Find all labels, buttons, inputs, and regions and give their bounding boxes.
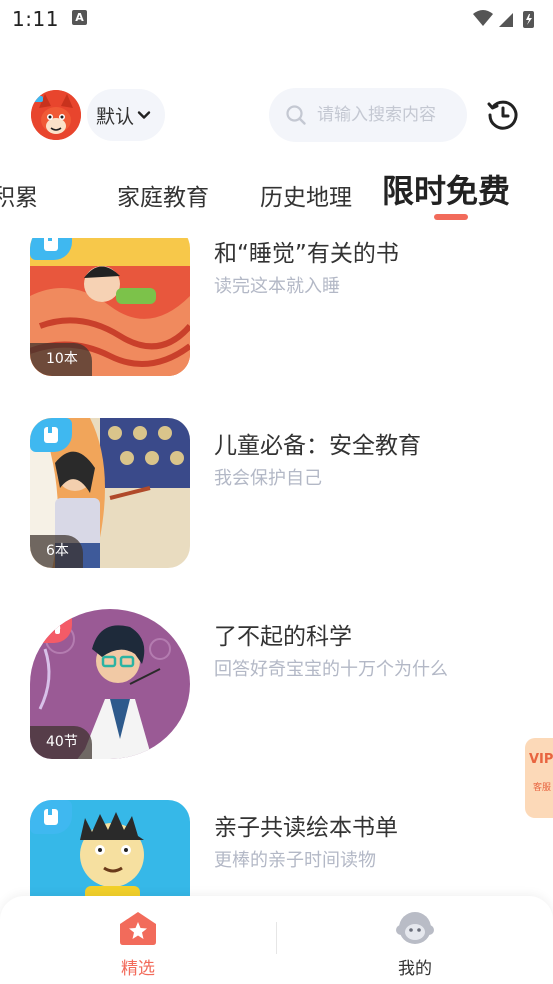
- vip-label: VIP: [529, 752, 553, 767]
- vip-sub-label: 客服: [533, 783, 552, 793]
- item-subtitle: 更棒的亲子时间读物: [214, 850, 376, 871]
- status-bar: 1:11 A: [0, 0, 553, 40]
- vip-float-button[interactable]: VIP 客服: [525, 738, 553, 818]
- item-count-badge: 10本: [30, 343, 92, 376]
- list-item[interactable]: 亲子共读绘本书单 更棒的亲子时间读物: [0, 800, 553, 898]
- item-count-badge: 6本: [30, 535, 83, 568]
- tab-active-indicator: [434, 214, 468, 220]
- list-item[interactable]: 10本 和“睡觉”有关的书 读完这本就入睡: [0, 238, 553, 396]
- item-subtitle: 读完这本就入睡: [214, 276, 340, 297]
- item-count-badge: 40节: [30, 726, 92, 759]
- cover-image: [30, 800, 190, 898]
- notification-icon: A: [72, 10, 87, 25]
- tab-category-2[interactable]: 家庭教育: [117, 178, 209, 212]
- book-type-badge: [30, 418, 72, 452]
- tab-category-1[interactable]: 积累: [0, 178, 38, 212]
- audio-type-badge: [30, 609, 72, 643]
- book-icon: [44, 809, 58, 825]
- search-icon: [286, 105, 306, 125]
- profile-icon: [396, 912, 434, 944]
- item-title: 儿童必备：安全教育: [214, 433, 421, 459]
- search-box[interactable]: [269, 88, 467, 142]
- chevron-down-icon: [137, 111, 151, 119]
- wifi-icon: [473, 10, 493, 26]
- avatar[interactable]: [31, 90, 81, 140]
- list-item[interactable]: 40节 了不起的科学 回答好奇宝宝的十万个为什么: [0, 609, 553, 779]
- item-title: 亲子共读绘本书单: [214, 815, 398, 841]
- home-icon: [120, 912, 156, 945]
- nav-mine[interactable]: 我的: [315, 896, 515, 984]
- category-tabs: 积累 家庭教育 历史地理 限时免费: [0, 160, 553, 228]
- cover-image: 10本: [30, 238, 190, 376]
- system-status-icons: [473, 10, 534, 28]
- list-item[interactable]: 6本 儿童必备：安全教育 我会保护自己: [0, 418, 553, 588]
- fox-mascot-icon: [31, 90, 81, 140]
- cover-image: 40节: [30, 609, 190, 759]
- nav-home[interactable]: 精选: [38, 896, 238, 984]
- headphones-icon: [41, 617, 61, 634]
- tab-active[interactable]: 限时免费: [382, 166, 510, 212]
- status-time: 1:11: [12, 7, 59, 31]
- book-list: 10本 和“睡觉”有关的书 读完这本就入睡 6本 儿童必备：安全教育 我会保护自…: [0, 238, 553, 898]
- item-subtitle: 回答好奇宝宝的十万个为什么: [214, 659, 448, 680]
- mode-select[interactable]: 默认: [87, 89, 165, 141]
- mode-label: 默认: [96, 105, 135, 128]
- book-icon: [44, 238, 58, 251]
- item-title: 和“睡觉”有关的书: [214, 241, 399, 267]
- bottom-nav: 精选 我的: [0, 896, 553, 984]
- nav-home-label: 精选: [121, 959, 155, 979]
- signal-icon: [499, 13, 513, 27]
- search-input[interactable]: [317, 105, 467, 125]
- nav-divider: [276, 922, 277, 954]
- tab-category-3[interactable]: 历史地理: [260, 178, 352, 212]
- item-title: 了不起的科学: [214, 624, 352, 650]
- book-type-badge: [30, 800, 72, 834]
- book-icon: [44, 427, 58, 443]
- item-subtitle: 我会保护自己: [214, 468, 322, 489]
- history-clock-icon[interactable]: [486, 98, 520, 132]
- nav-mine-label: 我的: [398, 959, 432, 979]
- cover-image: 6本: [30, 418, 190, 568]
